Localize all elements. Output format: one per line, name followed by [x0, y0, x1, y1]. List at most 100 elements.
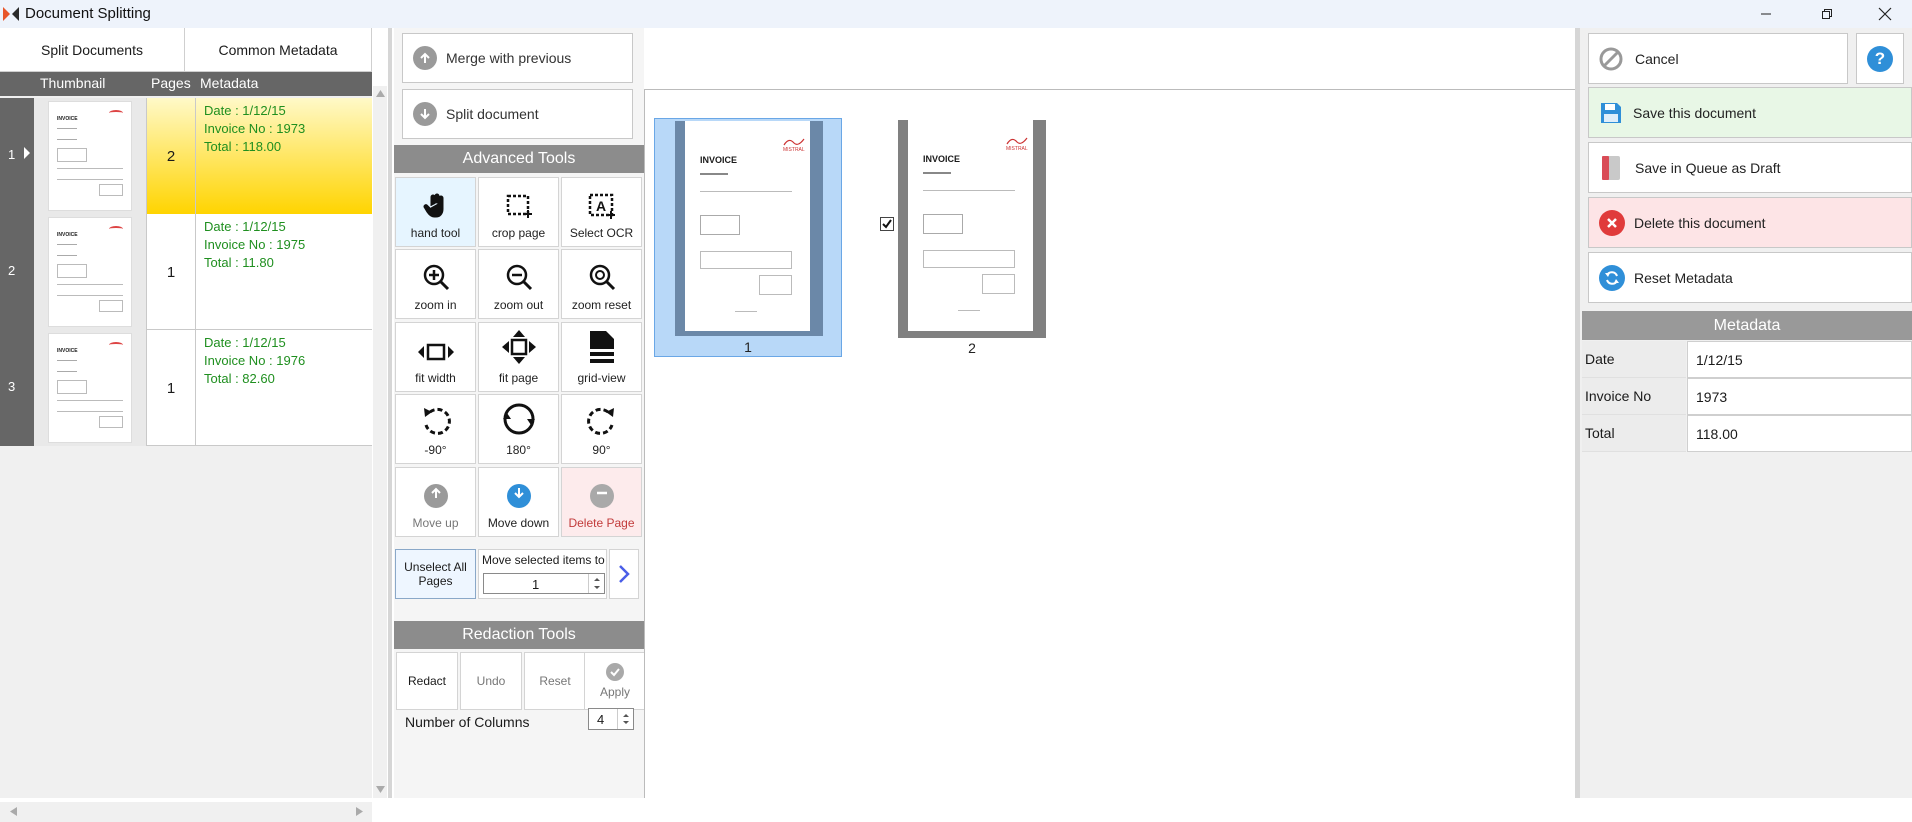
- tool-label: Delete Page: [568, 516, 635, 530]
- document-row[interactable]: 1 INVOICE 2 Date : 1/12/15 Invoice No : …: [0, 98, 372, 214]
- page-checkbox[interactable]: [880, 217, 894, 231]
- page-viewer[interactable]: INVOICE MISTRAL 1 INVOICE MISTRAL 2: [644, 89, 1575, 798]
- fit-page-icon: [501, 330, 536, 364]
- scroll-down-icon[interactable]: [376, 786, 385, 793]
- merge-with-previous-button[interactable]: Merge with previous: [402, 33, 633, 83]
- fit-width-button[interactable]: fit width: [395, 322, 476, 392]
- crop-page-button[interactable]: crop page: [478, 177, 559, 247]
- scroll-right-icon[interactable]: [356, 807, 363, 816]
- metadata-invoice: Invoice No : 1976: [204, 353, 306, 368]
- thumbnail-page-image: INVOICE: [48, 217, 132, 327]
- documents-panel: Split Documents Common Metadata Thumbnai…: [0, 28, 387, 822]
- documents-horizontal-scrollbar[interactable]: [0, 802, 372, 822]
- document-row[interactable]: 2 INVOICE 1 Date : 1/12/15 Invoice No : …: [0, 214, 372, 330]
- reset-metadata-button[interactable]: Reset Metadata: [1588, 252, 1912, 303]
- thumbnail-page-image: INVOICE: [48, 101, 132, 211]
- columns-value: 4: [597, 712, 605, 727]
- zoom-out-button[interactable]: zoom out: [478, 249, 559, 319]
- save-draft-button[interactable]: Save in Queue as Draft: [1588, 142, 1912, 193]
- tool-label: Select OCR: [569, 226, 634, 240]
- page-thumbnail[interactable]: INVOICE MISTRAL: [898, 120, 1046, 338]
- rotate-right-icon: [586, 407, 614, 435]
- thumbnail-heading: INVOICE: [57, 348, 78, 354]
- cancel-button[interactable]: Cancel: [1588, 33, 1848, 84]
- svg-text:A: A: [596, 198, 606, 214]
- tab-common-metadata[interactable]: Common Metadata: [185, 28, 372, 72]
- zoom-in-button[interactable]: zoom in: [395, 249, 476, 319]
- tab-split-documents[interactable]: Split Documents: [0, 28, 185, 72]
- metadata-field-label: Date: [1582, 341, 1686, 378]
- crop-icon: [506, 194, 532, 218]
- move-to-page-input[interactable]: 1: [483, 573, 605, 594]
- metadata-field-row: Total 118.00: [1582, 415, 1912, 452]
- tool-label: fit page: [498, 371, 539, 385]
- document-row[interactable]: 3 INVOICE 1 Date : 1/12/15 Invoice No : …: [0, 330, 372, 446]
- redact-button[interactable]: Redact: [396, 652, 458, 710]
- close-window-button[interactable]: [1862, 0, 1908, 28]
- arrow-down-icon: [506, 484, 531, 508]
- rotate-left-button[interactable]: -90°: [395, 394, 476, 464]
- metadata-field-label: Total: [1582, 415, 1686, 452]
- save-document-button[interactable]: Save this document: [1588, 87, 1912, 138]
- move-to-go-button[interactable]: [609, 549, 639, 599]
- row-number: 3: [8, 379, 16, 394]
- zoom-out-icon: [506, 264, 532, 291]
- select-ocr-button[interactable]: A Select OCR: [561, 177, 642, 247]
- zoom-reset-button[interactable]: zoom reset: [561, 249, 642, 319]
- move-up-button[interactable]: Move up: [395, 467, 476, 537]
- page-heading: INVOICE: [700, 155, 738, 165]
- apply-redaction-button[interactable]: Apply: [584, 652, 646, 710]
- help-button[interactable]: ?: [1856, 33, 1904, 84]
- grid-view-icon: [589, 331, 614, 363]
- spinner-icon[interactable]: [617, 709, 633, 729]
- tool-label: zoom in: [414, 298, 457, 312]
- metadata-field-input[interactable]: 118.00: [1687, 415, 1912, 452]
- pages-count: 1: [146, 214, 196, 330]
- current-row-arrow-icon: [24, 147, 30, 159]
- columns-input[interactable]: 4: [588, 708, 634, 730]
- panel-splitter[interactable]: [388, 28, 392, 798]
- floppy-disk-icon: [1601, 102, 1621, 123]
- actions-panel: Cancel ? Save this document Save in Queu…: [1580, 28, 1912, 798]
- column-header-thumbnail[interactable]: Thumbnail: [40, 75, 105, 91]
- move-down-button[interactable]: Move down: [478, 467, 559, 537]
- metadata-field-input[interactable]: 1973: [1687, 378, 1912, 415]
- delete-document-button[interactable]: Delete this document: [1588, 197, 1912, 248]
- unselect-all-pages-button[interactable]: Unselect All Pages: [395, 549, 476, 599]
- rotate-180-icon: [502, 403, 535, 435]
- metadata-field-input[interactable]: 1/12/15: [1687, 341, 1912, 378]
- metadata-cell: Date : 1/12/15 Invoice No : 1973 Total :…: [196, 98, 372, 214]
- tool-label: grid-view: [577, 371, 626, 385]
- page-thumbnail-selected[interactable]: INVOICE MISTRAL 1: [654, 118, 842, 357]
- page-image: INVOICE MISTRAL: [685, 121, 810, 331]
- pages-count: 2: [146, 98, 196, 214]
- zoom-reset-icon: [589, 264, 615, 291]
- minimize-button[interactable]: [1743, 0, 1789, 28]
- undo-button[interactable]: Undo: [460, 652, 522, 710]
- metadata-invoice: Invoice No : 1973: [204, 121, 306, 136]
- document-thumbnail: INVOICE: [34, 214, 146, 330]
- scroll-left-icon[interactable]: [10, 807, 17, 816]
- metadata-header: Metadata: [1582, 311, 1912, 340]
- delete-page-button[interactable]: Delete Page: [561, 467, 642, 537]
- rotate-180-button[interactable]: 180°: [478, 394, 559, 464]
- restore-button[interactable]: [1804, 0, 1850, 28]
- reset-redaction-button[interactable]: Reset: [524, 652, 586, 710]
- scroll-up-icon[interactable]: [376, 90, 385, 97]
- tool-label: zoom reset: [571, 298, 632, 312]
- grid-view-button[interactable]: grid-view: [561, 322, 642, 392]
- documents-vertical-scrollbar[interactable]: [373, 86, 387, 798]
- column-header-pages[interactable]: Pages: [151, 75, 191, 91]
- rotate-right-button[interactable]: 90°: [561, 394, 642, 464]
- hand-tool-button[interactable]: hand tool: [395, 177, 476, 247]
- split-document-button[interactable]: Split document: [402, 89, 633, 139]
- metadata-field-row: Date 1/12/15: [1582, 341, 1912, 378]
- tools-panel: Merge with previous Split document Advan…: [394, 28, 646, 798]
- column-header-metadata[interactable]: Metadata: [200, 75, 258, 91]
- document-thumbnail: INVOICE: [34, 98, 146, 214]
- spinner-icon[interactable]: [588, 574, 604, 593]
- fit-page-button[interactable]: fit page: [478, 322, 559, 392]
- zoom-in-icon: [423, 264, 449, 291]
- tool-label: fit width: [415, 371, 456, 385]
- draft-book-icon: [1602, 155, 1620, 180]
